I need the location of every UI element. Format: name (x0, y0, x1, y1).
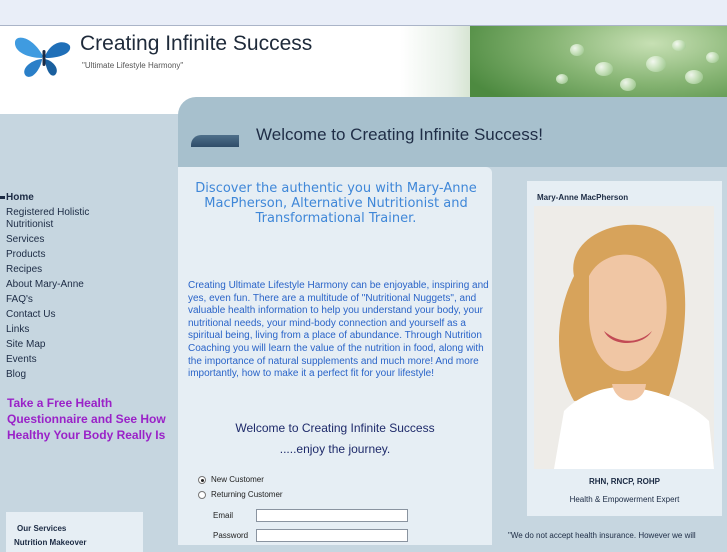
password-label: Password (213, 531, 249, 540)
services-title: Our Services (17, 524, 67, 533)
nav-item-about[interactable]: About Mary-Anne (6, 279, 116, 291)
nav-item-site-map[interactable]: Site Map (6, 339, 116, 351)
banner-tab (191, 135, 239, 147)
nav-item-links[interactable]: Links (6, 324, 116, 336)
profile-name: Mary-Anne MacPherson (537, 193, 629, 202)
main-headline: Discover the authentic you with Mary-Ann… (195, 181, 477, 226)
nav-item-contact[interactable]: Contact Us (6, 309, 116, 321)
profile-credentials: RHN, RNCP, ROHP (589, 477, 660, 486)
main-body: Creating Ultimate Lifestyle Harmony can … (188, 280, 489, 380)
top-strip (0, 0, 727, 26)
insurance-note: "We do not accept health insurance. Howe… (508, 531, 696, 540)
new-customer-label: New Customer (211, 475, 264, 484)
profile-role: Health & Empowerment Expert (569, 495, 680, 504)
returning-customer-radio[interactable] (198, 490, 206, 499)
nav-item-services[interactable]: Services (6, 234, 116, 246)
new-customer-option[interactable]: New Customer (198, 475, 264, 484)
questionnaire-link[interactable]: Take a Free Health Questionnaire and See… (7, 395, 167, 443)
nav-item-registered-holistic-nutritionist[interactable]: Registered Holistic Nutritionist (6, 207, 116, 231)
journey-subheading: .....enjoy the journey. (279, 442, 391, 456)
active-nav-indicator (0, 196, 5, 199)
banner-title: Welcome to Creating Infinite Success! (256, 125, 543, 144)
nav-item-recipes[interactable]: Recipes (6, 264, 116, 276)
nav-item-faq[interactable]: FAQ's (6, 294, 116, 306)
site-tagline: "Ultimate Lifestyle Harmony" (82, 61, 184, 70)
butterfly-logo-icon[interactable] (12, 32, 74, 80)
site-title[interactable]: Creating Infinite Success (80, 32, 312, 56)
nav-item-home[interactable]: Home (6, 192, 116, 204)
main-nav: Home Registered Holistic Nutritionist Se… (6, 192, 116, 384)
password-field[interactable] (256, 529, 408, 542)
nav-item-blog[interactable]: Blog (6, 369, 116, 381)
new-customer-radio[interactable] (198, 475, 206, 484)
nav-item-events[interactable]: Events (6, 354, 116, 366)
email-label: Email (213, 511, 234, 520)
welcome-heading: Welcome to Creating Infinite Success (235, 421, 435, 435)
services-item[interactable]: Nutrition Makeover (14, 538, 86, 547)
profile-photo (534, 206, 714, 469)
returning-customer-label: Returning Customer (211, 490, 283, 499)
returning-customer-option[interactable]: Returning Customer (198, 490, 283, 499)
email-field[interactable] (256, 509, 408, 522)
nav-item-products[interactable]: Products (6, 249, 116, 261)
